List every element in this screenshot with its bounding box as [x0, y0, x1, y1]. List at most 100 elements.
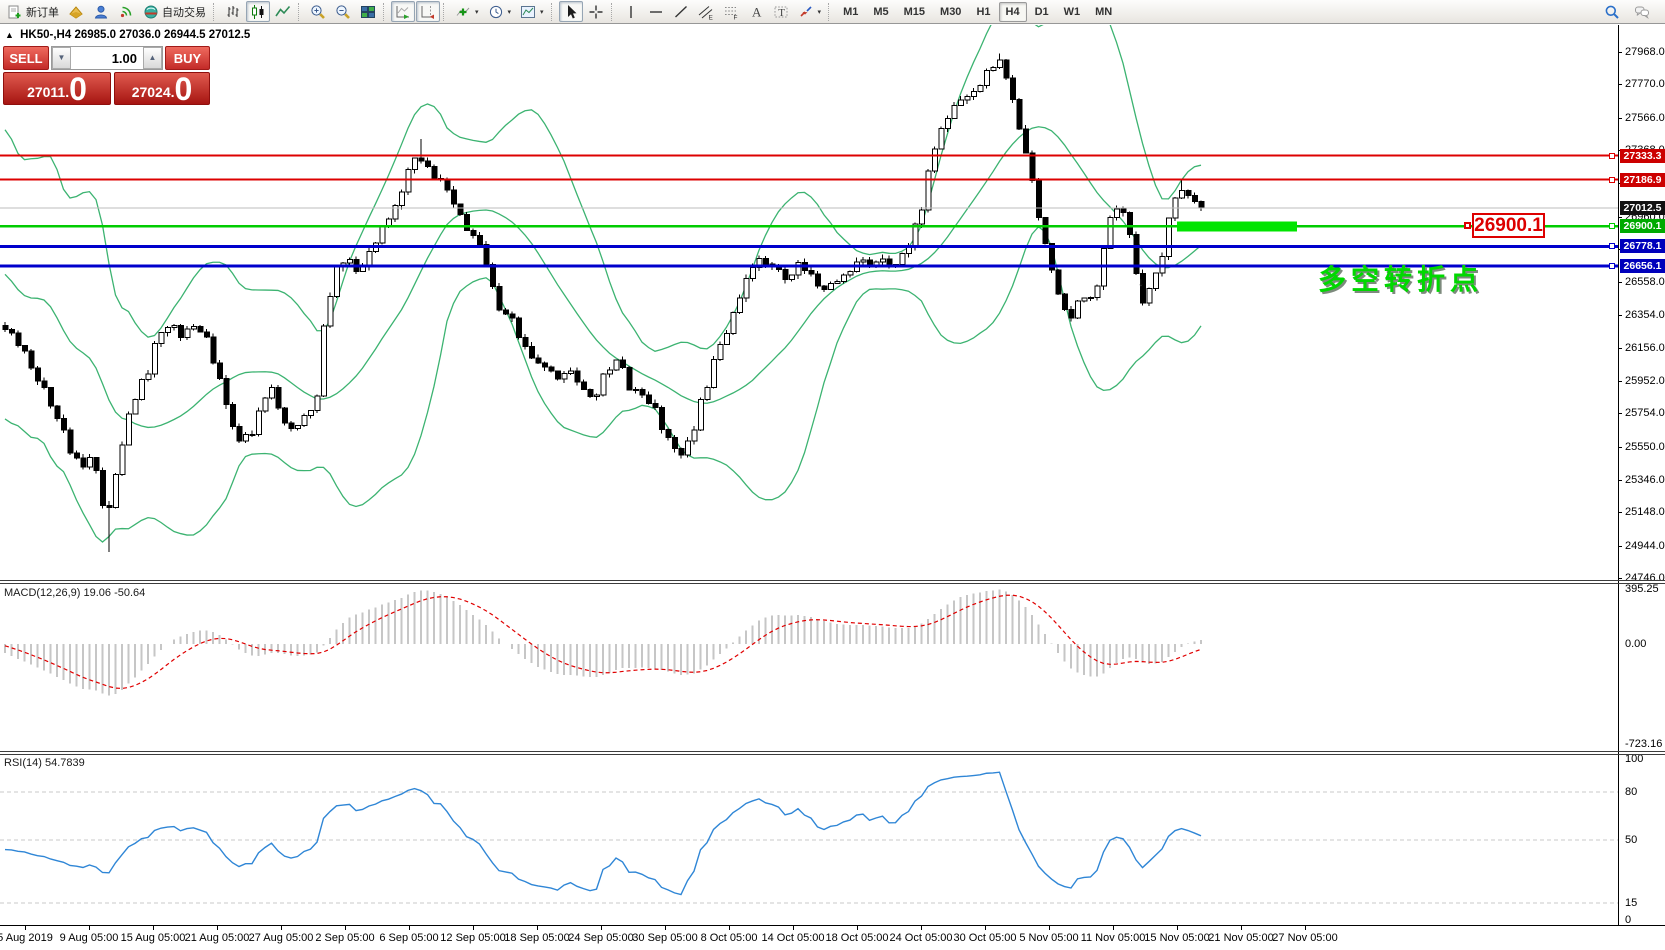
- highlight-bar[interactable]: [1177, 221, 1297, 232]
- line-end-marker: [1609, 223, 1615, 230]
- tile-windows-button[interactable]: [356, 1, 380, 22]
- crosshair-button[interactable]: [584, 1, 608, 22]
- indicators-button[interactable]: ▾: [451, 1, 483, 22]
- horizontal-line-button[interactable]: [644, 1, 668, 22]
- equidistant-channel-button[interactable]: E: [694, 1, 718, 22]
- sell-price[interactable]: 27011. 0: [3, 72, 111, 105]
- symbol-period: HK50-,H4: [20, 29, 72, 41]
- price-tag-26778.1: 26778.1: [1620, 239, 1665, 254]
- timeframe-m15[interactable]: M15: [897, 2, 932, 22]
- candlestick-chart-button[interactable]: [246, 1, 270, 22]
- volume-control: ▼ ▲: [51, 46, 163, 70]
- autotrading-button[interactable]: 自动交易: [139, 1, 210, 22]
- timeframe-mn[interactable]: MN: [1088, 2, 1119, 22]
- rsi-axis-label: 15: [1625, 897, 1638, 909]
- trendline-icon: [674, 5, 687, 18]
- new-order-icon: [8, 5, 21, 18]
- time-axis-label: 21 Nov 05:00: [1208, 932, 1274, 944]
- price-tick-label: 26156.0: [1625, 341, 1665, 354]
- time-tick-mark: [89, 926, 90, 930]
- timeframe-h1[interactable]: H1: [969, 2, 997, 22]
- price-axis[interactable]: [1618, 25, 1619, 925]
- time-axis-label: 12 Sep 05:00: [440, 932, 506, 944]
- vertical-line-button[interactable]: [619, 1, 643, 22]
- trendline-button[interactable]: [669, 1, 693, 22]
- time-axis[interactable]: 5 Aug 2019 9 Aug 05:00 15 Aug 05:00 21 Aug …: [0, 925, 1665, 950]
- arrows-button[interactable]: ▾: [794, 1, 826, 22]
- pane-separator[interactable]: [0, 580, 1665, 581]
- chart-annotation-text[interactable]: 多空转折点: [1318, 258, 1483, 298]
- buy-price[interactable]: 27024. 0: [114, 72, 210, 105]
- rsi-axis-label: 80: [1625, 786, 1638, 798]
- text-glyph: A: [752, 4, 762, 19]
- volume-up-button[interactable]: ▲: [143, 47, 162, 69]
- timeframe-w1[interactable]: W1: [1057, 2, 1088, 22]
- sell-button[interactable]: SELL: [3, 46, 49, 70]
- time-tick-mark: [1049, 926, 1050, 930]
- vertical-line-icon: [629, 5, 632, 18]
- price-callout-label[interactable]: 26900.1: [1472, 213, 1545, 238]
- toolbar-separator: [828, 2, 832, 21]
- metaeditor-button[interactable]: [64, 1, 88, 22]
- chat-button[interactable]: [1630, 1, 1654, 22]
- bar-chart-button[interactable]: [221, 1, 245, 22]
- chart-shift-button[interactable]: [416, 1, 440, 22]
- volume-input[interactable]: [71, 47, 143, 69]
- text-label-button[interactable]: T: [769, 1, 793, 22]
- periods-button[interactable]: ▾: [484, 1, 516, 22]
- template-icon: [521, 5, 536, 18]
- toolbar-separator: [610, 2, 615, 21]
- clock-icon: [489, 5, 502, 18]
- macd-axis-label: 395.25: [1625, 583, 1659, 595]
- auto-scroll-button[interactable]: [391, 1, 415, 22]
- zoom-out-button[interactable]: [331, 1, 355, 22]
- zoom-in-icon: [311, 4, 325, 19]
- price-tag-27186.9: 27186.9: [1620, 172, 1665, 187]
- time-axis-label: 5 Nov 05:00: [1019, 932, 1079, 944]
- macd-indicator-canvas[interactable]: [0, 584, 1618, 751]
- time-axis-label: 2 Sep 05:00: [315, 932, 375, 944]
- timeframe-m30[interactable]: M30: [933, 2, 968, 22]
- callout-anchor-marker: [1464, 222, 1471, 229]
- main-chart-canvas[interactable]: [0, 25, 1618, 580]
- pane-separator[interactable]: [0, 751, 1665, 752]
- pane-separator: [0, 583, 1665, 584]
- zoom-in-button[interactable]: [306, 1, 330, 22]
- search-button[interactable]: [1600, 1, 1624, 22]
- timeframe-m1[interactable]: M1: [836, 2, 865, 22]
- time-tick-mark: [1305, 926, 1306, 930]
- templates-button[interactable]: ▾: [516, 1, 548, 22]
- line-chart-button[interactable]: [271, 1, 295, 22]
- dropdown-caret-icon: ▾: [475, 8, 479, 16]
- time-axis-label: 24 Sep 05:00: [568, 932, 634, 944]
- signals-button[interactable]: [114, 1, 138, 22]
- timeframe-d1[interactable]: D1: [1028, 2, 1056, 22]
- timeframe-h4[interactable]: H4: [998, 1, 1027, 22]
- time-axis-label: 24 Oct 05:00: [889, 932, 953, 944]
- candles-group: [2, 53, 1205, 553]
- autotrading-icon: [144, 5, 158, 18]
- text-button[interactable]: A: [744, 1, 768, 22]
- time-tick-mark: [921, 926, 922, 930]
- dropdown-caret-icon: ▾: [507, 8, 512, 16]
- cursor-arrow-icon: [567, 4, 577, 18]
- new-order-button[interactable]: 新订单: [3, 1, 63, 22]
- profile-button[interactable]: [89, 1, 113, 22]
- tile-windows-icon: [361, 5, 375, 18]
- toolbar-separator: [383, 2, 387, 21]
- fibonacci-button[interactable]: F: [719, 1, 743, 22]
- rsi-indicator-canvas[interactable]: [0, 755, 1618, 925]
- trade-panel-prices: 27011. 0 27024. 0: [3, 72, 210, 105]
- time-tick-mark: [473, 926, 474, 930]
- timeframe-m5[interactable]: M5: [866, 2, 895, 22]
- chat-icon: [1635, 6, 1649, 19]
- cursor-button[interactable]: [558, 1, 583, 22]
- time-axis-label: 15 Nov 05:00: [1144, 932, 1210, 944]
- horizontal-lines-group: [0, 154, 1618, 268]
- price-tick-label: 26558.0: [1625, 276, 1665, 289]
- buy-button[interactable]: BUY: [165, 46, 210, 70]
- volume-down-button[interactable]: ▼: [52, 47, 71, 69]
- toolbar-separator: [550, 2, 555, 21]
- price-tag-27333.3: 27333.3: [1620, 148, 1665, 163]
- time-tick-mark: [345, 926, 346, 930]
